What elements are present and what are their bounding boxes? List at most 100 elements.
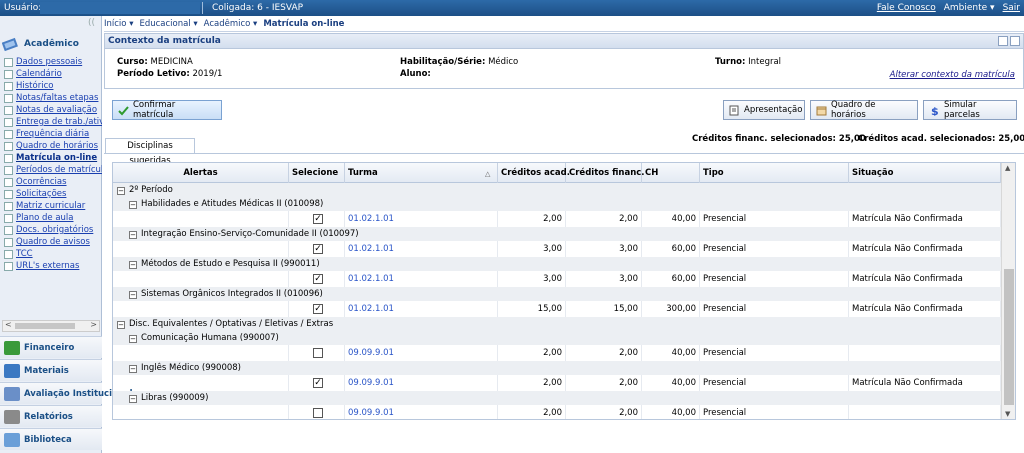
- turma-cell[interactable]: 01.02.1.01: [345, 301, 498, 317]
- sidebar-module[interactable]: Materiais: [0, 359, 102, 381]
- grid-scrollbar-thumb[interactable]: [1004, 269, 1014, 405]
- quadro-horarios-button[interactable]: Quadro de horários: [810, 100, 918, 120]
- sidebar-item-label[interactable]: TCC: [16, 248, 33, 260]
- column-header[interactable]: Situação: [849, 163, 1001, 183]
- sidebar-item[interactable]: Docs. obrigatórios: [4, 224, 102, 236]
- sidebar-item-label[interactable]: Notas/faltas etapas: [16, 92, 98, 104]
- turma-cell[interactable]: 09.09.9.01: [345, 345, 498, 361]
- scroll-down-icon[interactable]: ▼: [1005, 410, 1010, 418]
- discipline-row: − Habilidades e Atitudes Médicas II (0100…: [113, 197, 1001, 211]
- sidebar-item-label[interactable]: Calendário: [16, 68, 62, 80]
- collapse-toggle-icon[interactable]: −: [129, 335, 137, 343]
- sidebar-item-label[interactable]: Quadro de horários: [16, 140, 98, 152]
- sidebar-item-label[interactable]: Matrícula on-line: [16, 152, 97, 164]
- column-header[interactable]: Créditos financ.: [566, 163, 645, 183]
- sidebar-item-label[interactable]: Matriz curricular: [16, 200, 85, 212]
- breadcrumb-item[interactable]: Início ▾: [104, 19, 133, 31]
- turma-cell[interactable]: 09.09.9.01: [345, 375, 498, 391]
- sort-icon[interactable]: △: [485, 170, 490, 178]
- sidebar-item[interactable]: Notas de avaliação: [4, 104, 102, 116]
- sidebar-item-label[interactable]: Plano de aula: [16, 212, 73, 224]
- scrollbar-thumb[interactable]: [15, 323, 75, 329]
- tab-disciplinas-sugeridas[interactable]: Disciplinas sugeridas: [105, 138, 195, 166]
- column-header[interactable]: Créditos acad.: [498, 163, 570, 183]
- collapse-toggle-icon[interactable]: −: [117, 321, 125, 329]
- sidebar-item-label[interactable]: Dados pessoais: [16, 56, 82, 68]
- fale-conosco-link[interactable]: Fale Conosco: [877, 3, 936, 13]
- select-checkbox[interactable]: [313, 348, 323, 358]
- scroll-left-icon[interactable]: <: [5, 320, 12, 329]
- collapse-sidebar-button[interactable]: ((: [88, 18, 95, 28]
- sidebar-item-label[interactable]: Períodos de matrícula: [16, 164, 102, 176]
- sidebar-item-label[interactable]: Notas de avaliação: [16, 104, 97, 116]
- sidebar-item[interactable]: Períodos de matrícula: [4, 164, 102, 176]
- alterar-contexto-link[interactable]: Alterar contexto da matrícula: [890, 70, 1015, 80]
- grid-vertical-scrollbar[interactable]: ▲ ▼: [1001, 163, 1015, 419]
- sidebar-item[interactable]: Matrícula on-line: [4, 152, 102, 164]
- panel-minimize-icon[interactable]: [998, 36, 1008, 46]
- collapse-toggle-icon[interactable]: −: [129, 365, 137, 373]
- column-header[interactable]: CH: [642, 163, 700, 183]
- collapse-toggle-icon[interactable]: −: [129, 291, 137, 299]
- sidebar-item[interactable]: Quadro de avisos: [4, 236, 102, 248]
- confirmar-matricula-button[interactable]: Confirmar matrícula: [112, 100, 222, 120]
- column-header[interactable]: Selecione: [289, 163, 345, 183]
- turma-cell[interactable]: 09.09.9.01: [345, 405, 498, 419]
- turma-cell[interactable]: 01.02.1.01: [345, 271, 498, 287]
- sidebar-item[interactable]: Ocorrências: [4, 176, 102, 188]
- breadcrumb-item[interactable]: Matrícula on-line: [263, 19, 344, 31]
- select-checkbox[interactable]: ✓: [313, 244, 323, 254]
- sidebar-item-label[interactable]: Quadro de avisos: [16, 236, 90, 248]
- sidebar-item-label[interactable]: Solicitações: [16, 188, 66, 200]
- scroll-right-icon[interactable]: >: [90, 320, 97, 329]
- select-checkbox[interactable]: ✓: [313, 378, 323, 388]
- ambiente-menu[interactable]: Ambiente ▾: [944, 3, 995, 13]
- collapse-toggle-icon[interactable]: −: [129, 395, 137, 403]
- collapse-toggle-icon[interactable]: −: [129, 261, 137, 269]
- sair-link[interactable]: Sair: [1003, 3, 1020, 13]
- turma-cell[interactable]: 01.02.1.01: [345, 211, 498, 227]
- sidebar-module[interactable]: Avaliação Institucional: [0, 382, 133, 404]
- column-header[interactable]: Alertas: [113, 163, 289, 183]
- sidebar-section-academico[interactable]: Acadêmico: [2, 36, 100, 52]
- sidebar-item[interactable]: Matriz curricular: [4, 200, 102, 212]
- sidebar-item-label[interactable]: Frequência diária: [16, 128, 89, 140]
- column-header[interactable]: Tipo: [700, 163, 849, 183]
- sidebar-item[interactable]: Entrega de trab./atividades: [4, 116, 102, 128]
- collapse-toggle-icon[interactable]: −: [129, 231, 137, 239]
- sidebar-item[interactable]: TCC: [4, 248, 102, 260]
- simular-parcelas-button[interactable]: $ Simular parcelas: [923, 100, 1017, 120]
- sidebar-module[interactable]: Relatórios: [0, 405, 102, 427]
- sidebar-module[interactable]: Biblioteca: [0, 428, 102, 450]
- sidebar-module[interactable]: Financeiro: [0, 336, 102, 358]
- select-checkbox[interactable]: ✓: [313, 304, 323, 314]
- column-header[interactable]: Turma: [345, 163, 498, 183]
- sidebar-item-label[interactable]: Entrega de trab./atividades: [16, 116, 102, 128]
- sidebar-item[interactable]: Solicitações: [4, 188, 102, 200]
- sidebar-item[interactable]: Calendário: [4, 68, 102, 80]
- select-checkbox[interactable]: ✓: [313, 274, 323, 284]
- turma-cell[interactable]: 01.02.1.01: [345, 241, 498, 257]
- breadcrumb-item[interactable]: Acadêmico ▾: [204, 19, 258, 31]
- scroll-up-icon[interactable]: ▲: [1005, 164, 1010, 172]
- discipline-label: Sistemas Orgânicos Integrados II (010096…: [141, 289, 323, 299]
- sidebar-item-label[interactable]: Docs. obrigatórios: [16, 224, 93, 236]
- sidebar-item-label[interactable]: Ocorrências: [16, 176, 67, 188]
- select-checkbox[interactable]: [313, 408, 323, 418]
- select-checkbox[interactable]: ✓: [313, 214, 323, 224]
- apresentacao-button[interactable]: Apresentação: [723, 100, 805, 120]
- sidebar-item[interactable]: URL's externas: [4, 260, 102, 272]
- collapse-toggle-icon[interactable]: −: [129, 201, 137, 209]
- sidebar-item[interactable]: Dados pessoais: [4, 56, 102, 68]
- collapse-toggle-icon[interactable]: −: [117, 187, 125, 195]
- sidebar-item[interactable]: Histórico: [4, 80, 102, 92]
- sidebar-item[interactable]: Notas/faltas etapas: [4, 92, 102, 104]
- sidebar-item-label[interactable]: URL's externas: [16, 260, 79, 272]
- sidebar-item[interactable]: Frequência diária: [4, 128, 102, 140]
- breadcrumb-item[interactable]: Educacional ▾: [139, 19, 197, 31]
- sidebar-item-label[interactable]: Histórico: [16, 80, 53, 92]
- sidebar-item[interactable]: Plano de aula: [4, 212, 102, 224]
- sidebar-horizontal-scrollbar[interactable]: < >: [2, 320, 100, 332]
- sidebar-item[interactable]: Quadro de horários: [4, 140, 102, 152]
- panel-maximize-icon[interactable]: [1010, 36, 1020, 46]
